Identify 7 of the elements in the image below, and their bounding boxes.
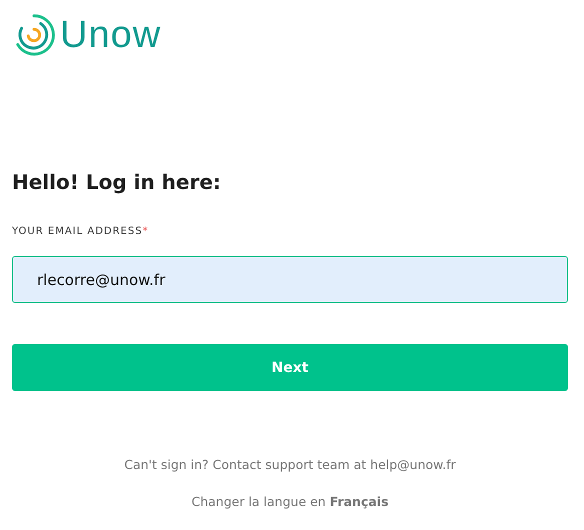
language-text: Changer la langue en Français — [190, 494, 390, 510]
field-label: YOUR EMAIL ADDRESS — [12, 225, 143, 239]
logo-wordmark: Unow — [60, 16, 162, 54]
support-text: Can't sign in? Contact support team at help@unow.fr — [123, 457, 457, 473]
page-heading: Hello! Log in here: — [12, 170, 222, 194]
email-field[interactable]: rlecorre@unow.fr — [12, 256, 568, 303]
required-mark: * — [142, 225, 148, 239]
